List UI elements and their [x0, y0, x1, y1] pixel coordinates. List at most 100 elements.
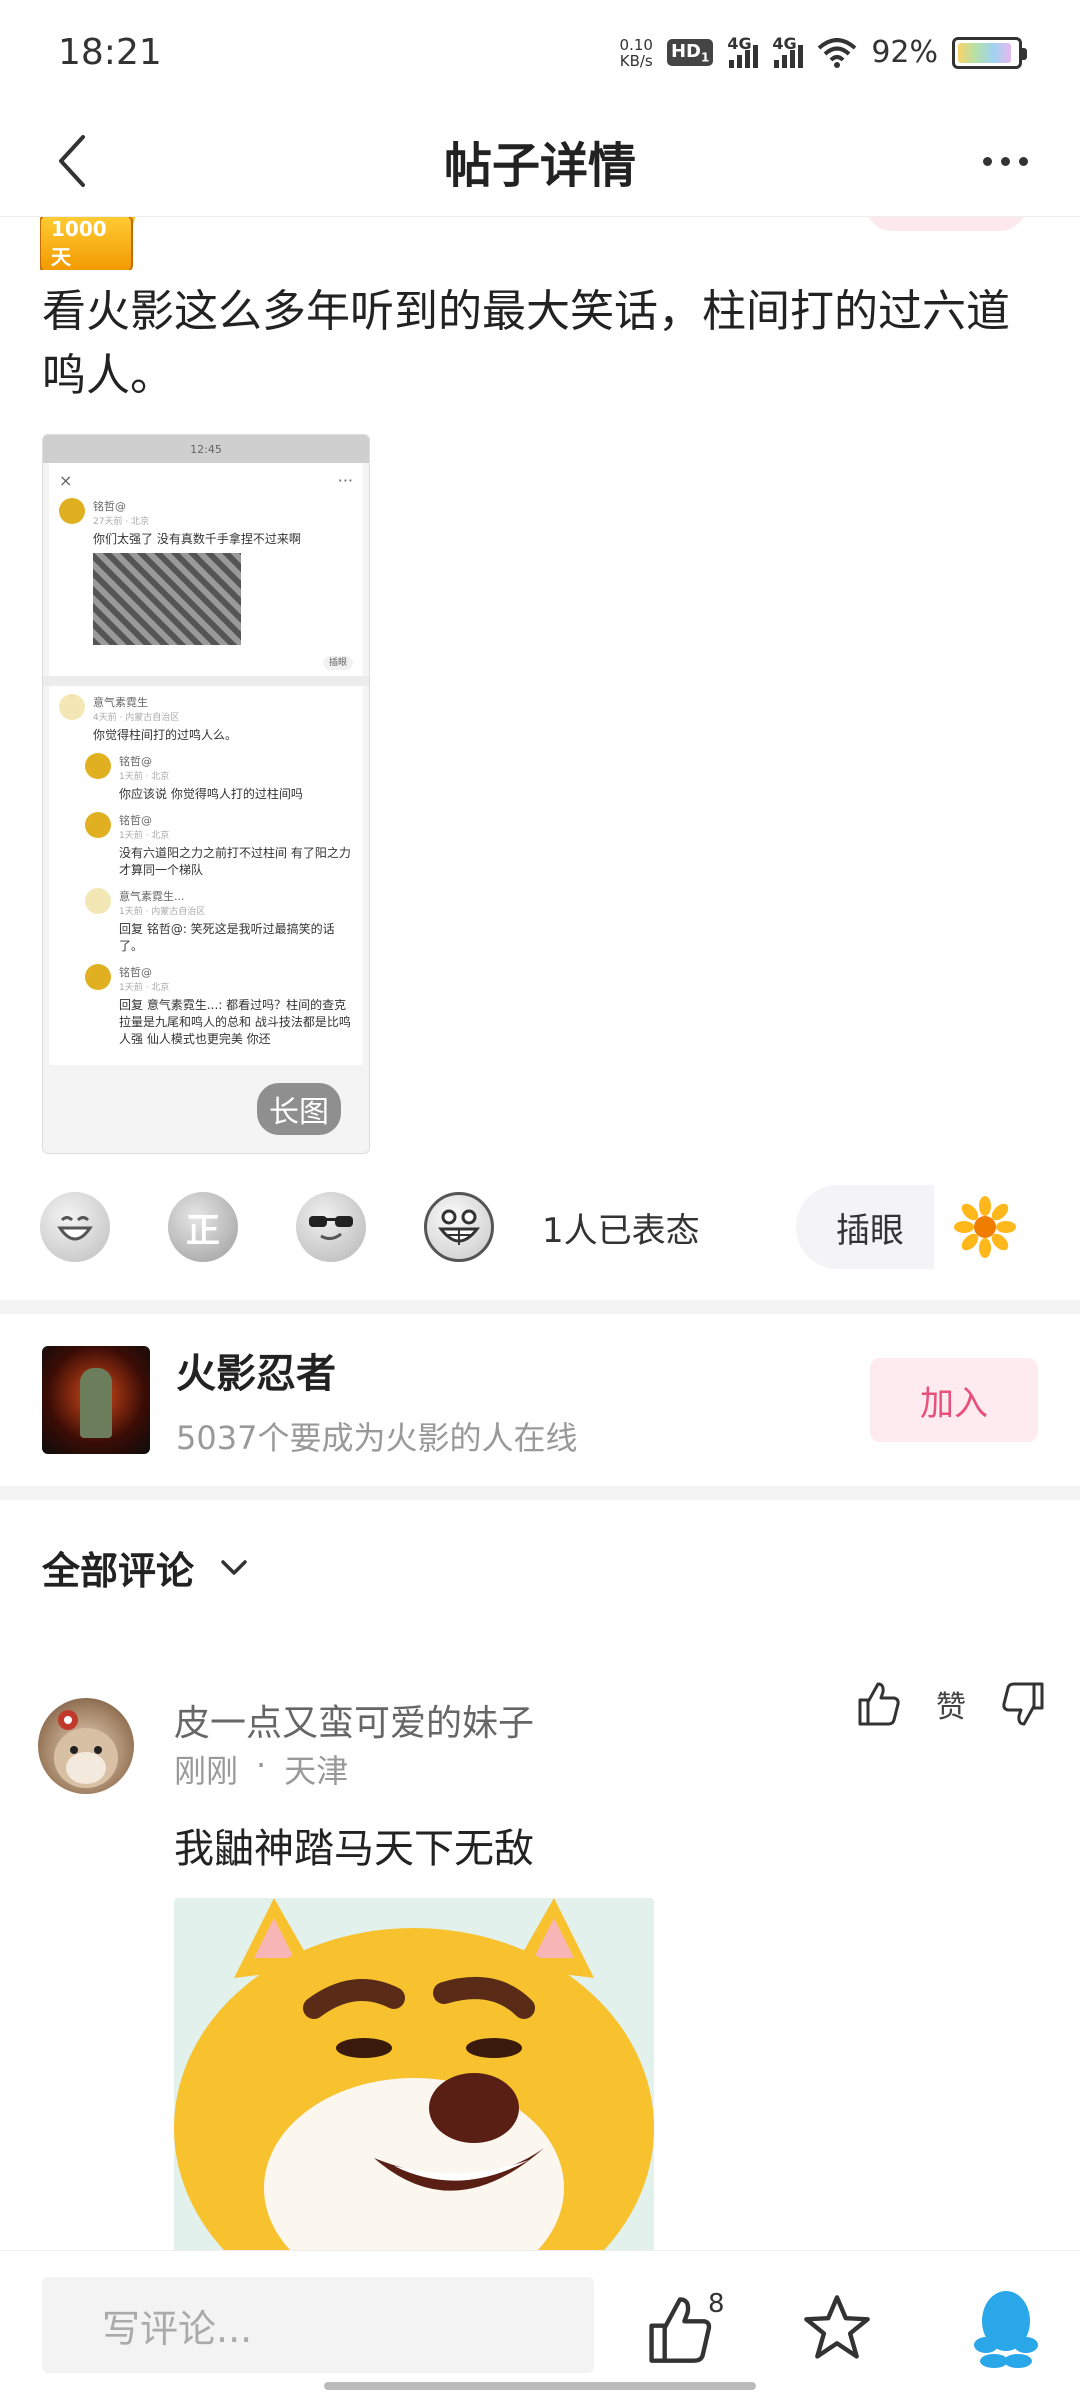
reaction-count: 1人已表态	[542, 1210, 700, 1251]
screenshot-picture	[93, 553, 241, 645]
screenshot-text: 回复 意气素霓生...: 都看过吗？柱间的查克拉量是九尾和鸣人的总和 战斗技法都…	[119, 998, 351, 1046]
screenshot-reply: 铭哲@ 1天前 · 北京 你应该说 你觉得鸣人打的过柱间吗	[85, 753, 353, 802]
status-time: 18:21	[58, 32, 162, 73]
more-dot-icon	[982, 156, 992, 166]
like-label[interactable]: 赞	[936, 1682, 966, 1726]
hd-label: HD	[670, 40, 701, 62]
sim1-label: 4G	[727, 33, 752, 53]
screenshot-tag-label: 插眼	[322, 656, 353, 670]
group-info: 火影忍者 5037个要成为火影的人在线	[176, 1341, 870, 1459]
avatar	[59, 694, 85, 720]
battery-percent: 92%	[871, 35, 938, 70]
screenshot-reply: 铭哲@ 1天前 · 北京 没有六道阳之力之前打不过柱间 有了阳之力才算同一个梯队	[85, 812, 353, 878]
screenshot-meta: 1天前 · 北京	[119, 772, 170, 782]
comment-author[interactable]: 皮一点又蛮可爱的妹子	[174, 1694, 534, 1746]
chayan-label: 插眼	[836, 1210, 904, 1251]
screenshot-text: 你觉得柱间打的过鸣人么。	[93, 728, 238, 742]
long-image-tag: 长图	[257, 1083, 341, 1135]
cool-reaction-button[interactable]	[296, 1192, 366, 1262]
screenshot-meta: 4天前 · 内蒙古自治区	[93, 713, 180, 723]
screenshot-time: 12:45	[190, 442, 222, 456]
screenshot-meta: 27天前 · 北京	[93, 517, 150, 527]
avatar	[85, 964, 111, 990]
screenshot-comment: 意气素霓生 4天前 · 内蒙古自治区 你觉得柱间打的过鸣人么。	[59, 694, 353, 743]
group-avatar	[42, 1346, 150, 1454]
signal-icon-sim2: 4G	[772, 34, 804, 68]
nav-bar: 帖子详情	[0, 105, 1080, 217]
status-icons: 0.10 KB/s HD1 4G 4G 92%	[620, 34, 1027, 70]
grin-reaction-button[interactable]	[424, 1192, 494, 1262]
group-name: 火影忍者	[176, 1351, 336, 1397]
star-icon[interactable]	[802, 2293, 872, 2363]
comment-meta: 刚刚 · 天津	[174, 1746, 348, 1792]
like-count: 8	[708, 2289, 725, 2319]
net-speed: 0.10 KB/s	[620, 37, 653, 69]
laugh-reaction-button[interactable]	[40, 1192, 110, 1262]
screenshot-comment-card: × ··· 铭哲@ 27天前 · 北京 你们太强了 没有真数千手拿捏不过来啊 插眼	[49, 463, 363, 676]
screenshot-text: 没有六道阳之力之前打不过柱间 有了阳之力才算同一个梯队	[119, 846, 351, 877]
comments-sort-dropdown[interactable]: 全部评论	[42, 1540, 248, 1595]
home-indicator[interactable]	[324, 2382, 756, 2390]
more-dot-icon	[1018, 156, 1028, 166]
chayan-reaction-button[interactable]: 插眼	[796, 1185, 1036, 1269]
hd-icon: HD1	[666, 38, 714, 67]
screenshot-name: 铭哲@	[93, 500, 126, 513]
join-button[interactable]: 加入	[870, 1358, 1038, 1442]
comment-sticker[interactable]	[174, 1898, 654, 2258]
screenshot-comment-card: 意气素霓生 4天前 · 内蒙古自治区 你觉得柱间打的过鸣人么。 铭哲@ 1天前 …	[49, 686, 363, 1065]
screenshot-name: 铭哲@	[119, 966, 152, 979]
avatar[interactable]	[38, 1698, 134, 1794]
wifi-icon	[817, 37, 857, 68]
more-icon: ···	[337, 471, 353, 490]
qq-share-icon[interactable]	[970, 2287, 1042, 2371]
post-image[interactable]: 12:45 × ··· 铭哲@ 27天前 · 北京 你们太强了 没有真数千手拿捏不…	[42, 434, 370, 1154]
screenshot-meta: 1天前 · 北京	[119, 983, 170, 993]
comment-time: 刚刚	[174, 1752, 239, 1790]
thumbs-down-icon[interactable]	[1000, 1680, 1048, 1728]
screenshot-name: 意气素霓生...	[119, 890, 185, 903]
hamster-avatar-image	[54, 1710, 118, 1788]
chevron-left-icon	[59, 135, 85, 187]
group-card[interactable]: 火影忍者 5037个要成为火影的人在线 加入	[0, 1320, 1080, 1480]
sunglasses-face-icon	[309, 1216, 353, 1241]
hd-sub: 1	[700, 50, 710, 65]
doge-sticker-image	[174, 1898, 654, 2258]
section-divider	[0, 1486, 1080, 1500]
zheng-label: 正	[186, 1210, 220, 1251]
screenshot-comment: 铭哲@ 27天前 · 北京 你们太强了 没有真数千手拿捏不过来啊	[59, 498, 353, 645]
close-icon: ×	[59, 471, 73, 490]
group-online-count: 5037个要成为火影的人在线	[176, 1419, 578, 1457]
comment-actions: 赞	[854, 1680, 1048, 1728]
comment-text: 我鼬神踏马天下无敌	[174, 1826, 534, 1872]
reaction-bar: 正 1人已表态 插眼	[40, 1184, 1040, 1270]
comments-title: 全部评论	[42, 1549, 195, 1593]
screenshot-text: 你应该说 你觉得鸣人打的过柱间吗	[119, 787, 303, 801]
back-button[interactable]	[40, 129, 104, 193]
avatar	[85, 888, 111, 914]
screenshot-reply: 铭哲@ 1天前 · 北京 回复 意气素霓生...: 都看过吗？柱间的查克拉量是九…	[85, 964, 353, 1047]
more-button[interactable]	[970, 133, 1040, 189]
zheng-reaction-button[interactable]: 正	[168, 1192, 238, 1262]
avatar	[59, 498, 85, 524]
signal-icon-sim1: 4G	[727, 34, 759, 68]
thumbs-up-icon[interactable]	[854, 1680, 902, 1728]
section-divider	[0, 1300, 1080, 1314]
battery-icon	[952, 36, 1027, 69]
screenshot-meta: 1天前 · 内蒙古自治区	[119, 907, 206, 917]
net-speed-unit: KB/s	[619, 51, 653, 70]
comment-input[interactable]: 写评论...	[42, 2277, 594, 2373]
screenshot-name: 意气素霓生	[93, 696, 148, 709]
more-dot-icon	[1000, 156, 1010, 166]
screenshot-meta: 1天前 · 北京	[119, 831, 170, 841]
sunflower-icon	[934, 1185, 1036, 1269]
meta-separator: ·	[256, 1746, 267, 1784]
chevron-down-icon	[221, 1559, 247, 1575]
screenshot-name: 铭哲@	[119, 755, 152, 768]
comment-location: 天津	[284, 1752, 349, 1790]
page-title: 帖子详情	[443, 137, 636, 194]
sim2-label: 4G	[772, 33, 797, 53]
post-text: 看火影这么多年听到的最大笑话，柱间打的过六道鸣人。	[42, 286, 1010, 401]
net-speed-value: 0.10	[619, 35, 653, 54]
days-badge: 1000天	[40, 214, 133, 270]
screenshot-tag: 插眼	[59, 655, 353, 670]
